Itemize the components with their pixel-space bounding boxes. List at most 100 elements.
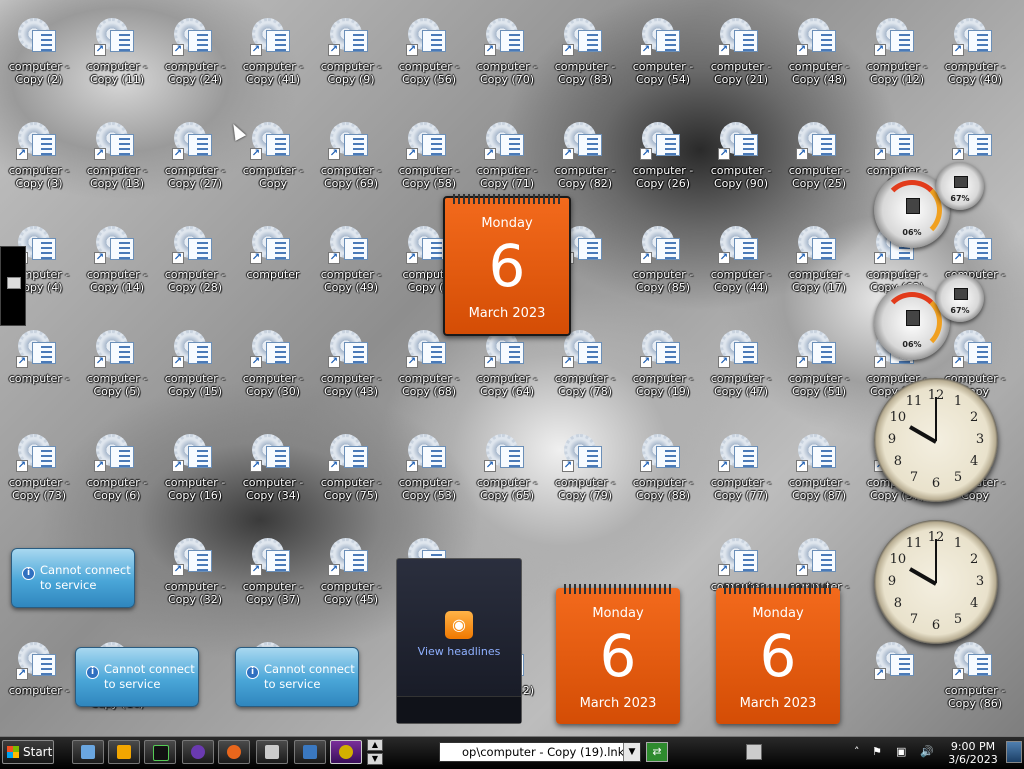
go-button[interactable]: ⇄	[646, 742, 668, 762]
desktop-shortcut-icon[interactable]: ↗ computer - Copy (65)	[468, 424, 546, 524]
desktop-shortcut-icon[interactable]: ↗ computer - Copy (26)	[624, 112, 702, 212]
calendar-gadget-2[interactable]: Monday 6 March 2023	[556, 584, 680, 724]
start-button[interactable]: Start	[2, 740, 54, 764]
desktop-shortcut-icon[interactable]: ↗ computer - Copy (34)	[234, 424, 312, 524]
desktop-shortcut-icon[interactable]: ↗ computer - Copy (77)	[702, 424, 780, 524]
desktop-shortcut-icon[interactable]: ↗ computer - Copy (12)	[858, 8, 936, 108]
desktop-shortcut-icon[interactable]: ↗ computer - Copy (17)	[780, 216, 858, 316]
desktop-shortcut-icon[interactable]: ↗ computer - Copy (40)	[936, 8, 1014, 108]
desktop-shortcut-icon[interactable]: ↗ computer - Copy (48)	[780, 8, 858, 108]
desktop-shortcut-icon[interactable]: ↗ computer - Copy (86)	[936, 632, 1014, 732]
desktop-shortcut-icon[interactable]: ↗ computer - Copy (41)	[234, 8, 312, 108]
sidebar-tab[interactable]	[0, 246, 26, 326]
desktop-icon-label: computer - Copy (28)	[156, 268, 234, 294]
desktop-shortcut-icon[interactable]: ↗ computer - Copy (85)	[624, 216, 702, 316]
settings-document-icon: ↗	[874, 640, 918, 684]
desktop-shortcut-icon[interactable]: computer - Copy (2)	[0, 8, 78, 108]
desktop-shortcut-icon[interactable]: ↗ computer - Copy (11)	[78, 8, 156, 108]
desktop-shortcut-icon[interactable]: ↗ computer - Copy (56)	[390, 8, 468, 108]
desktop-shortcut-icon[interactable]: ↗ computer	[234, 216, 312, 316]
desktop-shortcut-icon[interactable]: ↗	[858, 632, 936, 732]
volume-icon[interactable]: 🔊	[920, 745, 934, 758]
desktop-shortcut-icon[interactable]: ↗ computer - Copy (90)	[702, 112, 780, 212]
desktop-shortcut-icon[interactable]: ↗ computer - Copy (13)	[78, 112, 156, 212]
desktop-shortcut-icon[interactable]: ↗ computer - Copy (32)	[156, 528, 234, 628]
desktop-shortcut-icon[interactable]: ↗ computer - Copy (47)	[702, 320, 780, 420]
shortcut-arrow-icon: ↗	[328, 564, 340, 576]
show-hidden-icon[interactable]: ˄	[854, 745, 860, 758]
quicklaunch-scroll[interactable]: ▲ ▼	[367, 739, 383, 765]
icon-label-line2: Copy (21)	[714, 73, 768, 86]
quicklaunch-firefox[interactable]	[218, 740, 250, 764]
desktop-shortcut-icon[interactable]: ↗ computer - Copy (73)	[0, 424, 78, 524]
shortcut-arrow-icon: ↗	[250, 460, 262, 472]
desktop-shortcut-icon[interactable]: ↗ computer - Copy (37)	[234, 528, 312, 628]
icon-label-line2: Copy (64)	[480, 385, 534, 398]
cpu-meter-gadget-2[interactable]: 06% 67%	[874, 270, 1002, 360]
desktop-shortcut-icon[interactable]: ↗ computer -	[0, 320, 78, 420]
shortcut-arrow-icon: ↗	[796, 564, 808, 576]
desktop-shortcut-icon[interactable]: ↗ computer - Copy (28)	[156, 216, 234, 316]
pen-icon[interactable]	[746, 744, 762, 760]
clock-numeral: 11	[905, 393, 923, 409]
chevron-up-icon[interactable]: ▲	[367, 739, 383, 751]
desktop-shortcut-icon[interactable]: ↗ computer - Copy (45)	[312, 528, 390, 628]
desktop-shortcut-icon[interactable]: ↗ computer - Copy (9)	[312, 8, 390, 108]
chevron-down-icon[interactable]: ▼	[367, 753, 383, 765]
address-input[interactable]: op\computer - Copy (19).lnk	[462, 745, 624, 759]
tray-clock[interactable]: 9:00 PM 3/6/2023	[940, 740, 1006, 766]
quicklaunch-screen[interactable]	[294, 740, 326, 764]
desktop-shortcut-icon[interactable]: ↗ computer - Copy (19)	[624, 320, 702, 420]
feed-headlines-gadget[interactable]: ◉ View headlines	[396, 558, 522, 724]
desktop-shortcut-icon[interactable]: ↗ computer - Copy (24)	[156, 8, 234, 108]
shortcut-arrow-icon: ↗	[952, 668, 964, 680]
cpu-meter-gadget[interactable]: 06% 67%	[874, 158, 1002, 248]
quicklaunch-active[interactable]	[330, 740, 362, 764]
dropdown-icon[interactable]: ▼	[623, 743, 640, 761]
icon-label-line2: Copy	[259, 177, 287, 190]
desktop-shortcut-icon[interactable]: ↗ computer - Copy (51)	[780, 320, 858, 420]
desktop-shortcut-icon[interactable]: ↗ computer - Copy (16)	[156, 424, 234, 524]
desktop-shortcut-icon[interactable]: ↗ computer -	[0, 632, 78, 732]
desktop-shortcut-icon[interactable]: ↗ computer - Copy (49)	[312, 216, 390, 316]
notice-gadget[interactable]: i Cannot connect to service	[11, 548, 135, 608]
desktop-shortcut-icon[interactable]: ↗ computer -Copy	[234, 112, 312, 212]
desktop-shortcut-icon[interactable]: ↗ computer - Copy (14)	[78, 216, 156, 316]
desktop-shortcut-icon[interactable]: ↗ computer - Copy (75)	[312, 424, 390, 524]
desktop-shortcut-icon[interactable]: ↗ computer - Copy (70)	[468, 8, 546, 108]
desktop-shortcut-icon[interactable]: ↗ computer - Copy (43)	[312, 320, 390, 420]
calendar-rings	[453, 194, 561, 204]
network-icon[interactable]: ▣	[896, 745, 906, 758]
quicklaunch-computer[interactable]	[72, 740, 104, 764]
calendar-gadget-3[interactable]: Monday 6 March 2023	[716, 584, 840, 724]
quicklaunch-cmd[interactable]	[144, 740, 176, 764]
desktop-shortcut-icon[interactable]: ↗ computer - Copy (83)	[546, 8, 624, 108]
address-bar[interactable]: op\computer - Copy (19).lnk ▼	[439, 742, 641, 762]
desktop-shortcut-icon[interactable]: ↗ computer - Copy (44)	[702, 216, 780, 316]
quicklaunch-app[interactable]	[182, 740, 214, 764]
desktop-shortcut-icon[interactable]: ↗ computer - Copy (88)	[624, 424, 702, 524]
desktop-shortcut-icon[interactable]: ↗ computer - Copy (30)	[234, 320, 312, 420]
show-desktop-button[interactable]	[1006, 741, 1022, 763]
desktop-shortcut-icon[interactable]: ↗ computer - Copy (69)	[312, 112, 390, 212]
clock-gadget[interactable]: 1 2 3 4 5 6 7 8 9 10 11 12	[874, 378, 998, 502]
desktop-shortcut-icon[interactable]: ↗ computer - Copy (15)	[156, 320, 234, 420]
desktop-shortcut-icon[interactable]: ↗ computer - Copy (79)	[546, 424, 624, 524]
desktop-shortcut-icon[interactable]: ↗ computer - Copy (27)	[156, 112, 234, 212]
notice-gadget-3[interactable]: i Cannot connect to service	[235, 647, 359, 707]
flag-icon[interactable]: ⚑	[872, 745, 882, 758]
quicklaunch-media[interactable]	[108, 740, 140, 764]
calendar-gadget[interactable]: Monday 6 March 2023	[443, 194, 571, 336]
desktop-shortcut-icon[interactable]: ↗ computer - Copy (5)	[78, 320, 156, 420]
quicklaunch-calculator[interactable]	[256, 740, 288, 764]
desktop-shortcut-icon[interactable]: ↗ computer - Copy (53)	[390, 424, 468, 524]
desktop-shortcut-icon[interactable]: ↗ computer - Copy (3)	[0, 112, 78, 212]
desktop-shortcut-icon[interactable]: ↗ computer - Copy (54)	[624, 8, 702, 108]
view-headlines-link[interactable]: View headlines	[397, 645, 521, 658]
desktop-shortcut-icon[interactable]: ↗ computer - Copy (21)	[702, 8, 780, 108]
desktop-shortcut-icon[interactable]: ↗ computer - Copy (6)	[78, 424, 156, 524]
desktop-shortcut-icon[interactable]: ↗ computer - Copy (87)	[780, 424, 858, 524]
notice-gadget-2[interactable]: i Cannot connect to service	[75, 647, 199, 707]
clock-gadget-2[interactable]: 1 2 3 4 5 6 7 8 9 10 11 12	[874, 520, 998, 644]
desktop-shortcut-icon[interactable]: ↗ computer - Copy (25)	[780, 112, 858, 212]
